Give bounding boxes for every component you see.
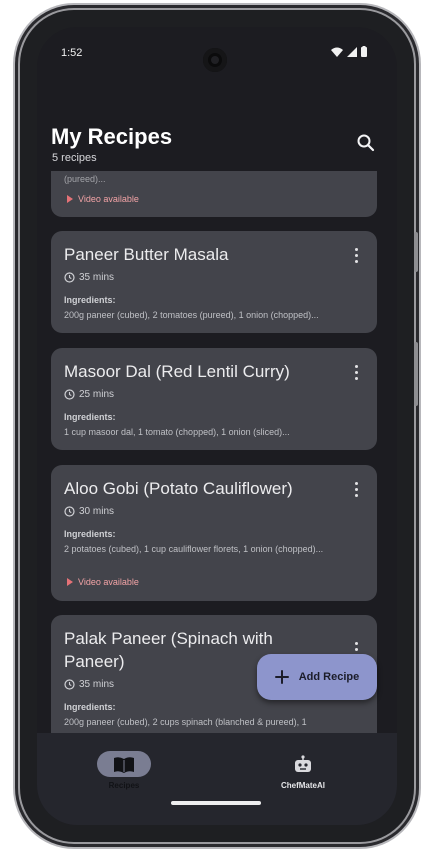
recipe-list[interactable]: (pureed)... Video available Paneer Butte… bbox=[37, 171, 397, 733]
ingredients-text: 1 cup masoor dal, 1 tomato (chopped), 1 … bbox=[64, 427, 290, 437]
clock-icon bbox=[64, 506, 75, 517]
page-title: My Recipes bbox=[51, 124, 173, 149]
more-options-icon[interactable] bbox=[349, 247, 365, 265]
ingredients-label: Ingredients: bbox=[64, 702, 116, 712]
clock-icon bbox=[64, 679, 75, 690]
ingredients-label: Ingredients: bbox=[64, 529, 116, 539]
recipe-title: Masoor Dal (Red Lentil Curry) bbox=[64, 362, 290, 381]
book-icon bbox=[114, 757, 134, 773]
nav-label-recipes: Recipes bbox=[108, 781, 140, 790]
robot-icon bbox=[295, 755, 311, 772]
cook-time: 35 mins bbox=[64, 679, 114, 690]
ingredients-text: 2 potatoes (cubed), 1 cup cauliflower fl… bbox=[64, 544, 324, 554]
volume-button bbox=[414, 342, 418, 406]
bottom-navigation: Recipes ChefMateAI bbox=[37, 733, 397, 825]
add-recipe-button[interactable]: Add Recipe bbox=[257, 654, 377, 700]
recipe-card[interactable]: Paneer Butter Masala 35 mins Ingredients… bbox=[51, 231, 377, 333]
play-icon bbox=[67, 195, 73, 203]
ingredients-text: 200g paneer (cubed), 2 cups spinach (bla… bbox=[64, 717, 307, 727]
app-header: My Recipes 5 recipes bbox=[37, 119, 397, 171]
more-options-icon[interactable] bbox=[349, 364, 365, 382]
nav-item-chefmateai[interactable]: ChefMateAI bbox=[243, 747, 363, 791]
cook-time: 35 mins bbox=[64, 272, 114, 283]
cook-time-text: 30 mins bbox=[79, 506, 115, 517]
recipe-title: Aloo Gobi (Potato Cauliflower) bbox=[64, 479, 293, 498]
clock-icon bbox=[64, 389, 75, 400]
nav-label-chefmateai: ChefMateAI bbox=[280, 781, 325, 790]
power-button bbox=[414, 232, 418, 272]
search-icon[interactable] bbox=[355, 132, 377, 154]
more-options-icon[interactable] bbox=[349, 481, 365, 499]
play-icon bbox=[67, 578, 73, 586]
wifi-icon bbox=[331, 47, 343, 57]
recipe-card[interactable]: Masoor Dal (Red Lentil Curry) 25 mins In… bbox=[51, 348, 377, 450]
plus-icon bbox=[274, 670, 289, 684]
recipe-title: Paneer Butter Masala bbox=[64, 245, 229, 264]
ingredients-text: (pureed)... bbox=[64, 174, 106, 184]
front-camera bbox=[203, 48, 227, 72]
cook-time-text: 25 mins bbox=[79, 389, 115, 400]
video-label: Video available bbox=[78, 577, 139, 587]
recipe-card[interactable]: Aloo Gobi (Potato Cauliflower) 30 mins I… bbox=[51, 465, 377, 601]
status-icons bbox=[331, 46, 367, 57]
recipe-count: 5 recipes bbox=[52, 152, 97, 164]
ingredients-label: Ingredients: bbox=[64, 295, 116, 305]
video-label: Video available bbox=[78, 194, 139, 204]
ingredients-label: Ingredients: bbox=[64, 412, 116, 422]
status-time: 1:52 bbox=[61, 47, 83, 59]
add-recipe-label: Add Recipe bbox=[298, 671, 360, 683]
cook-time-text: 35 mins bbox=[79, 272, 115, 283]
video-available-link[interactable]: Video available bbox=[67, 194, 139, 204]
video-available-link[interactable]: Video available bbox=[67, 577, 139, 587]
screen: 1:52 My Recipes 5 recipes (pureed)... Vi… bbox=[37, 27, 397, 825]
cook-time: 25 mins bbox=[64, 389, 114, 400]
signal-icon bbox=[347, 46, 357, 57]
ingredients-text: 200g paneer (cubed), 2 tomatoes (pureed)… bbox=[64, 310, 319, 320]
battery-icon bbox=[361, 46, 367, 57]
cook-time: 30 mins bbox=[64, 506, 114, 517]
recipe-card-partial[interactable]: (pureed)... Video available bbox=[51, 171, 377, 217]
nav-item-recipes[interactable]: Recipes bbox=[64, 747, 184, 791]
clock-icon bbox=[64, 272, 75, 283]
home-indicator[interactable] bbox=[171, 801, 261, 805]
cook-time-text: 35 mins bbox=[79, 679, 115, 690]
